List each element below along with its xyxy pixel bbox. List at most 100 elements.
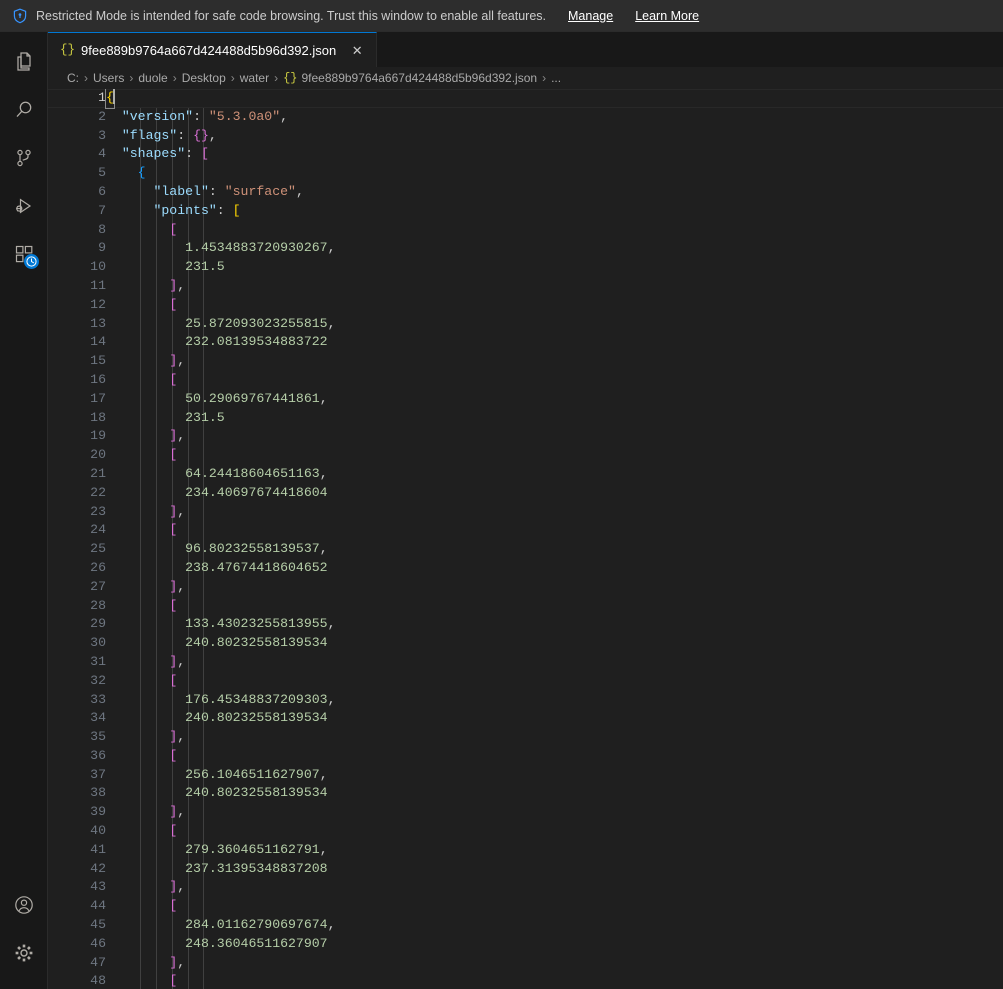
line-content[interactable]: { xyxy=(105,89,1003,109)
activity-bar-top-group xyxy=(0,32,48,278)
line-content[interactable]: 238.47674418604652 xyxy=(106,559,1003,578)
line-content[interactable]: [ xyxy=(106,597,1003,616)
line-content[interactable]: 256.1046511627907, xyxy=(106,766,1003,785)
line-content[interactable]: ], xyxy=(106,803,1003,822)
token-punc: , xyxy=(177,804,186,820)
activity-bar-item-search[interactable] xyxy=(0,86,48,134)
line-content[interactable]: 50.29069767441861, xyxy=(106,390,1003,409)
line-content[interactable]: 25.872093023255815, xyxy=(106,315,1003,334)
line-content[interactable]: 133.43023255813955, xyxy=(106,615,1003,634)
line-content[interactable]: 1.4534883720930267, xyxy=(106,239,1003,258)
token-b2: {} xyxy=(193,127,209,143)
activity-bar-item-explorer[interactable] xyxy=(0,38,48,86)
code-line: 12 [ xyxy=(48,296,1003,315)
breadcrumb-item-2[interactable]: duole xyxy=(138,71,167,85)
line-number: 14 xyxy=(90,334,106,350)
activity-bar-item-run-and-debug[interactable] xyxy=(0,182,48,230)
line-content[interactable]: ], xyxy=(106,728,1003,747)
line-number: 2 xyxy=(98,108,106,124)
line-content[interactable]: [ xyxy=(106,296,1003,315)
line-content[interactable]: [ xyxy=(106,747,1003,766)
activity-bar-item-manage[interactable] xyxy=(0,929,48,977)
code-line: 30 240.80232558139534 xyxy=(48,634,1003,653)
breadcrumb-separator: › xyxy=(274,71,279,85)
token-punc: , xyxy=(177,879,186,895)
activity-bar-item-source-control[interactable] xyxy=(0,134,48,182)
line-content[interactable]: ], xyxy=(106,878,1003,897)
breadcrumb-item-0[interactable]: C: xyxy=(67,71,79,85)
line-content[interactable]: 240.80232558139534 xyxy=(106,709,1003,728)
code-line: 47 ], xyxy=(48,954,1003,973)
activity-bar-item-accounts[interactable] xyxy=(0,881,48,929)
line-content[interactable]: "flags": {}, xyxy=(106,127,1003,146)
line-content[interactable]: "label": "surface", xyxy=(106,183,1003,202)
line-content[interactable]: 232.08139534883722 xyxy=(106,333,1003,352)
breadcrumb-item-3[interactable]: Desktop xyxy=(182,71,226,85)
line-content[interactable]: ], xyxy=(106,352,1003,371)
line-content[interactable]: 231.5 xyxy=(106,258,1003,277)
breadcrumb-file[interactable]: 9fee889b9764a667d424488d5b96d392.json xyxy=(302,71,538,85)
token-num: 240.80232558139534 xyxy=(185,785,328,801)
token-num: 240.80232558139534 xyxy=(185,710,328,726)
line-content[interactable]: "shapes": [ xyxy=(106,145,1003,164)
code-line: 10 231.5 xyxy=(48,258,1003,277)
code-line: 13 25.872093023255815, xyxy=(48,315,1003,334)
manage-link[interactable]: Manage xyxy=(568,9,613,23)
code-line: 37 256.1046511627907, xyxy=(48,766,1003,785)
line-content[interactable]: [ xyxy=(106,371,1003,390)
breadcrumb-ellipsis[interactable]: ... xyxy=(551,71,561,85)
code-editor[interactable]: 1{2 "version": "5.3.0a0", 3 "flags": {}, 4… xyxy=(48,89,1003,989)
line-content[interactable]: 248.36046511627907 xyxy=(106,935,1003,954)
token-key: "shapes" xyxy=(121,146,186,162)
line-content[interactable]: [ xyxy=(106,221,1003,240)
line-content[interactable]: 231.5 xyxy=(106,409,1003,428)
line-content[interactable]: 279.3604651162791, xyxy=(106,841,1003,860)
code-line: 8 [ xyxy=(48,221,1003,240)
line-content[interactable]: 284.01162790697674, xyxy=(106,916,1003,935)
breadcrumb-item-1[interactable]: Users xyxy=(93,71,124,85)
line-content[interactable]: "points": [ xyxy=(106,202,1003,221)
line-content[interactable]: [ xyxy=(106,446,1003,465)
line-content[interactable]: 237.31395348837208 xyxy=(106,860,1003,879)
line-number: 35 xyxy=(90,729,106,745)
line-content[interactable]: [ xyxy=(106,972,1003,989)
line-content[interactable]: ], xyxy=(106,954,1003,973)
line-content[interactable]: 240.80232558139534 xyxy=(106,784,1003,803)
activity-bar-item-extensions[interactable] xyxy=(0,230,48,278)
token-punc: , xyxy=(280,108,289,124)
learn-more-link[interactable]: Learn More xyxy=(635,9,699,23)
line-content[interactable]: ], xyxy=(106,578,1003,597)
line-content[interactable]: ], xyxy=(106,503,1003,522)
token-b2: [ xyxy=(169,823,178,839)
line-content[interactable]: [ xyxy=(106,672,1003,691)
line-content[interactable]: 240.80232558139534 xyxy=(106,634,1003,653)
line-content[interactable]: [ xyxy=(106,822,1003,841)
line-number: 46 xyxy=(90,935,106,951)
line-content[interactable]: 176.45348837209303, xyxy=(106,691,1003,710)
token-b2: [ xyxy=(169,898,178,914)
line-content[interactable]: 234.40697674418604 xyxy=(106,484,1003,503)
token-num: 256.1046511627907 xyxy=(185,766,320,782)
code-line: 32 [ xyxy=(48,672,1003,691)
code-line: 39 ], xyxy=(48,803,1003,822)
line-content[interactable]: ], xyxy=(106,427,1003,446)
line-content[interactable]: ], xyxy=(106,653,1003,672)
line-content[interactable]: 96.80232558139537, xyxy=(106,540,1003,559)
line-content[interactable]: ], xyxy=(106,277,1003,296)
editor-tab[interactable]: {} 9fee889b9764a667d424488d5b96d392.json… xyxy=(48,32,378,67)
code-line: 14 232.08139534883722 xyxy=(48,333,1003,352)
close-icon[interactable]: ✕ xyxy=(348,41,366,59)
line-content[interactable]: "version": "5.3.0a0", xyxy=(106,108,1003,127)
line-content[interactable]: [ xyxy=(106,521,1003,540)
activity-bar-bottom-group xyxy=(0,881,48,989)
code-line: 24 [ xyxy=(48,521,1003,540)
code-line: 6 "label": "surface", xyxy=(48,183,1003,202)
line-number: 4 xyxy=(98,146,106,162)
code-line: 41 279.3604651162791, xyxy=(48,841,1003,860)
line-number: 39 xyxy=(90,804,106,820)
line-content[interactable]: { xyxy=(106,164,1003,183)
breadcrumb-item-4[interactable]: water xyxy=(240,71,269,85)
line-content[interactable]: 64.24418604651163, xyxy=(106,465,1003,484)
line-content[interactable]: [ xyxy=(106,897,1003,916)
token-punc: , xyxy=(177,653,186,669)
